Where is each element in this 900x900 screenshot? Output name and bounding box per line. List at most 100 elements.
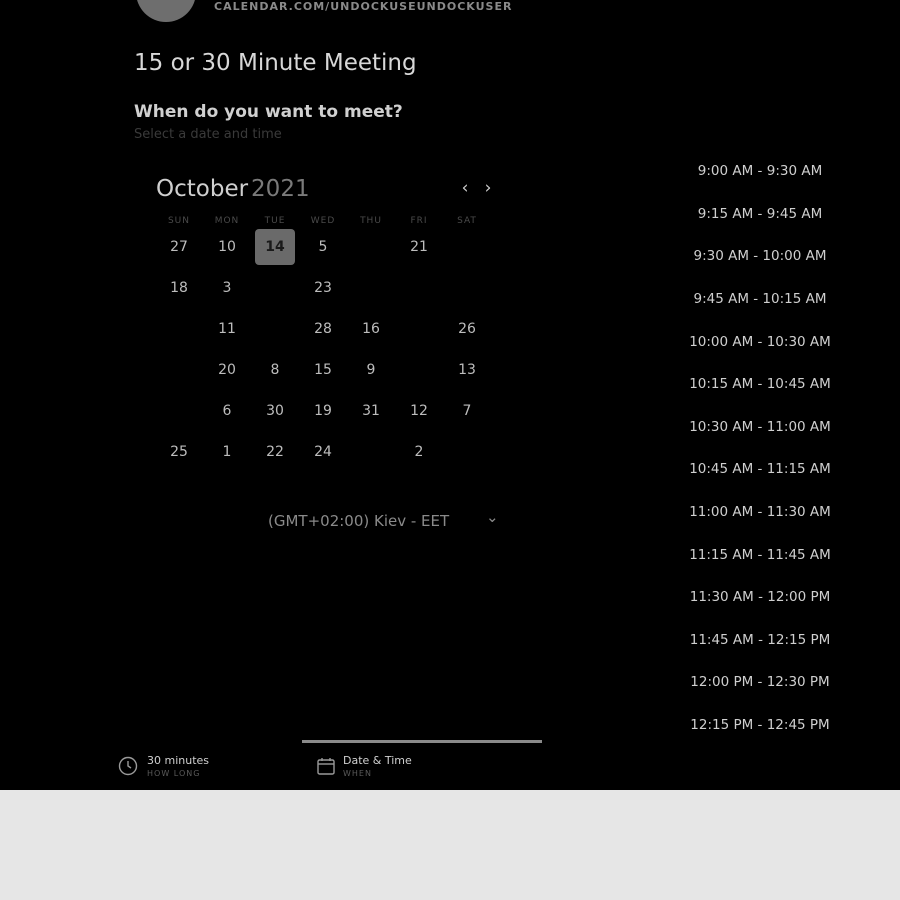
calendar-day [155, 308, 203, 349]
step-date-time-sub: WHEN [343, 769, 372, 778]
calendar-day-number: 13 [458, 361, 476, 378]
chevron-left-icon: ‹ [461, 178, 469, 198]
calendar-day-number: 15 [314, 361, 332, 378]
time-slot-button[interactable]: 9:30 AM - 10:00 AM [660, 235, 860, 278]
time-slot-button[interactable]: 11:30 AM - 12:00 PM [660, 576, 860, 619]
time-slot-button[interactable]: 11:15 AM - 11:45 AM [660, 533, 860, 576]
calendar-day[interactable]: 13 [443, 349, 491, 390]
calendar-day-number: 31 [362, 402, 380, 419]
calendar-day-number: 18 [170, 279, 188, 296]
calendar-day-number: 20 [218, 361, 236, 378]
calendar-day[interactable]: 6 [203, 390, 251, 431]
chevron-right-icon: › [484, 178, 492, 198]
prev-month-button[interactable]: ‹ [455, 178, 475, 200]
weekday-label: MON [214, 216, 240, 226]
time-slot-list: 9:00 AM - 9:30 AM 9:15 AM - 9:45 AM 9:30 A… [660, 150, 860, 746]
calendar-week: 20 8 15 9 13 [155, 349, 491, 390]
calendar-day[interactable]: 21 [395, 226, 443, 267]
chevron-down-icon[interactable]: ⌄ [486, 508, 499, 526]
calendar-day-number: 11 [218, 320, 236, 337]
time-slot-button[interactable]: 10:00 AM - 10:30 AM [660, 320, 860, 363]
calendar-day-number: 5 [318, 238, 328, 255]
calendar-day-number: 23 [314, 279, 332, 296]
calendar-day [395, 349, 443, 390]
calendar-day-number: 6 [222, 402, 232, 419]
calendar-day [251, 267, 299, 308]
calendar-day-number: 27 [170, 238, 188, 255]
calendar-day-number: 14 [255, 228, 295, 265]
calendar-day[interactable]: 28 [299, 308, 347, 349]
calendar-day-number: 16 [362, 320, 380, 337]
year-label: 2021 [251, 176, 310, 202]
time-slot-button[interactable]: 11:00 AM - 11:30 AM [660, 491, 860, 534]
calendar-day[interactable]: 18 [155, 267, 203, 308]
calendar-day[interactable]: 9 [347, 349, 395, 390]
month-label: October [156, 176, 249, 202]
calendar-week: 27 10 14 5 21 [155, 226, 491, 267]
calendar-week: 6 30 19 31 12 7 [155, 390, 491, 431]
calendar-icon [317, 758, 335, 775]
calendar-day[interactable]: 3 [203, 267, 251, 308]
calendar-day [443, 226, 491, 267]
calendar-day[interactable]: 25 [155, 431, 203, 472]
profile-url[interactable]: CALENDAR.COM/UNDOCKUSEUNDOCKUSER [214, 0, 512, 13]
calendar-day[interactable]: 1 [203, 431, 251, 472]
calendar-day[interactable]: 27 [155, 226, 203, 267]
calendar-day[interactable]: 20 [203, 349, 251, 390]
calendar-day[interactable]: 19 [299, 390, 347, 431]
calendar-day [155, 349, 203, 390]
weekday-label: THU [360, 216, 382, 226]
calendar-week: 25 1 22 24 2 [155, 431, 491, 472]
next-month-button[interactable]: › [478, 178, 498, 200]
time-slot-button[interactable]: 9:00 AM - 9:30 AM [660, 150, 860, 193]
weekday-label: WED [310, 216, 336, 226]
section-heading: When do you want to meet? [134, 102, 403, 122]
calendar-day[interactable]: 7 [443, 390, 491, 431]
calendar-day [395, 308, 443, 349]
calendar-day[interactable]: 23 [299, 267, 347, 308]
time-slot-button[interactable]: 12:00 PM - 12:30 PM [660, 661, 860, 704]
calendar-day-number: 8 [270, 361, 280, 378]
time-slot-button[interactable]: 10:15 AM - 10:45 AM [660, 363, 860, 406]
time-slot-button[interactable]: 10:30 AM - 11:00 AM [660, 406, 860, 449]
month-year-label: October 2021 [156, 176, 310, 202]
calendar-week: 18 3 23 [155, 267, 491, 308]
calendar-day[interactable]: 30 [251, 390, 299, 431]
weekday-label: SUN [167, 216, 191, 226]
calendar-day [347, 431, 395, 472]
weekday-label: TUE [264, 216, 286, 226]
step-date-time[interactable]: Date & Time WHEN [316, 740, 516, 790]
calendar-day[interactable]: 5 [299, 226, 347, 267]
avatar [136, 0, 196, 22]
calendar-day-number: 10 [218, 238, 236, 255]
calendar-day[interactable]: 31 [347, 390, 395, 431]
time-slot-button[interactable]: 9:15 AM - 9:45 AM [660, 193, 860, 236]
timezone-select[interactable]: (GMT+02:00) Kiev - EET [268, 512, 449, 530]
calendar-day-number: 24 [314, 443, 332, 460]
booking-app: CALENDAR.COM/UNDOCKUSEUNDOCKUSER 15 or 3… [0, 0, 900, 790]
calendar-day[interactable]: 8 [251, 349, 299, 390]
step-date-time-label: Date & Time [343, 754, 412, 767]
step-duration[interactable]: 30 minutes HOW LONG [118, 740, 268, 790]
calendar-day[interactable]: 12 [395, 390, 443, 431]
calendar-day [155, 390, 203, 431]
time-slot-button[interactable]: 10:45 AM - 11:15 AM [660, 448, 860, 491]
calendar-day-number: 26 [458, 320, 476, 337]
weekday-header: SUN MON TUE WED THU FRI SAT [155, 216, 491, 226]
calendar-day[interactable]: 16 [347, 308, 395, 349]
calendar-day[interactable]: 22 [251, 431, 299, 472]
step-duration-sub: HOW LONG [147, 769, 201, 778]
calendar-day[interactable]: 10 [203, 226, 251, 267]
calendar-day[interactable]: 2 [395, 431, 443, 472]
calendar-day[interactable]: 26 [443, 308, 491, 349]
calendar-day-selected[interactable]: 14 [251, 226, 299, 267]
time-slot-button[interactable]: 9:45 AM - 10:15 AM [660, 278, 860, 321]
calendar-day[interactable]: 11 [203, 308, 251, 349]
calendar-day[interactable]: 24 [299, 431, 347, 472]
calendar-day-number: 21 [410, 238, 428, 255]
calendar-day[interactable]: 15 [299, 349, 347, 390]
weekday-label: FRI [410, 216, 428, 226]
calendar-day-number: 9 [366, 361, 376, 378]
time-slot-button[interactable]: 11:45 AM - 12:15 PM [660, 619, 860, 662]
calendar-day-number: 28 [314, 320, 332, 337]
